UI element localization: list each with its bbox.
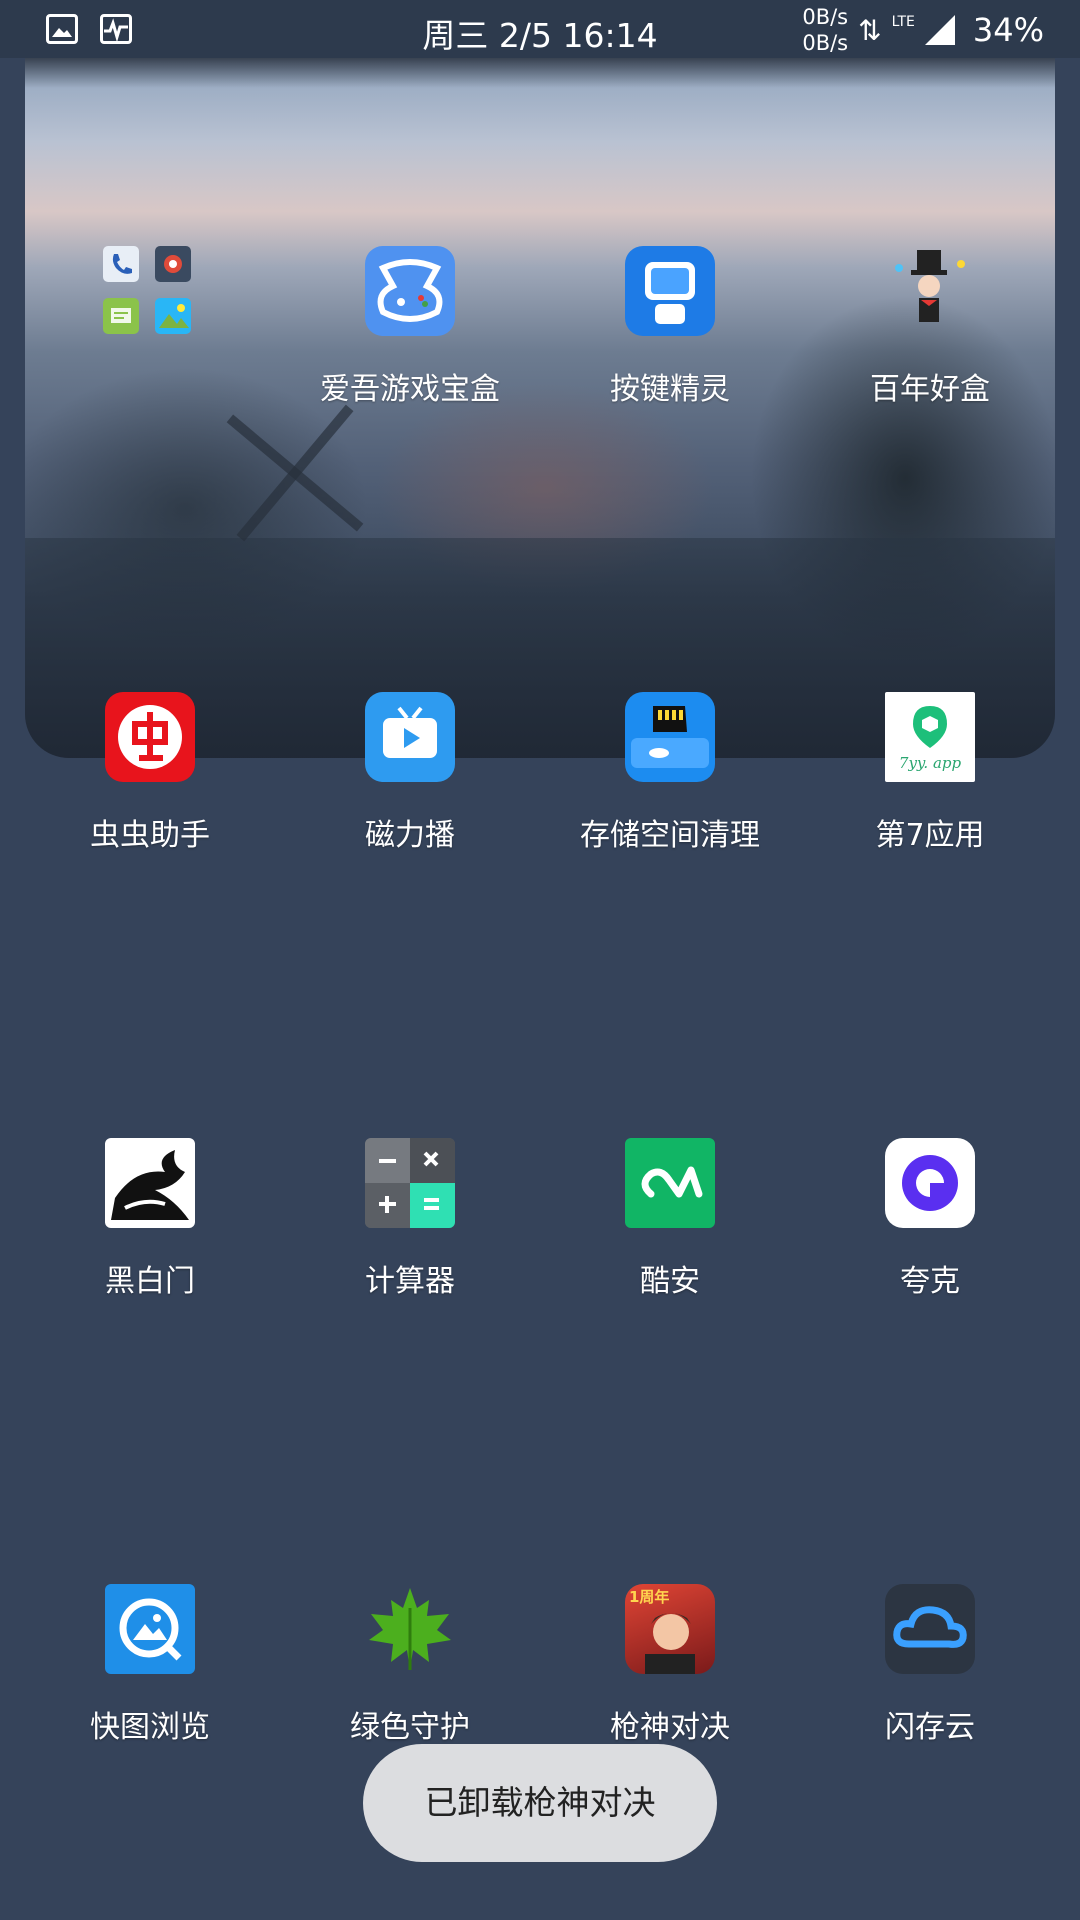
wallpaper-widget[interactable]	[25, 58, 1055, 758]
sd-card-clean-icon	[625, 692, 715, 782]
app-bainian[interactable]: 百年好盒	[800, 246, 1060, 408]
app-chongchong[interactable]: 虫虫助手	[20, 692, 280, 854]
gallery-icon	[155, 298, 191, 334]
data-transfer-icon: ⇅	[858, 13, 882, 47]
icon-caption: 1周年	[629, 1588, 670, 1606]
app-cilibo[interactable]: 磁力播	[280, 692, 540, 854]
bug-char-icon	[105, 692, 195, 782]
app-label: 酷安	[640, 1264, 700, 1299]
battery-level: 34%	[972, 11, 1044, 49]
app-label: 第7应用	[875, 818, 985, 853]
status-bar: 周三 2/5 16:14 0B/s 0B/s ⇅ LTE 34%	[0, 0, 1080, 58]
game-hero-icon: 1周年	[625, 1584, 715, 1674]
network-type: LTE	[891, 14, 915, 30]
gallery-q-icon	[105, 1584, 195, 1674]
cube-7yy-icon: 7yy. app	[885, 692, 975, 782]
app-label: 计算器	[365, 1264, 455, 1299]
app-anjian[interactable]: 按键精灵	[540, 246, 800, 408]
robot-icon	[625, 246, 715, 336]
app-quickpic[interactable]: 快图浏览	[20, 1584, 280, 1746]
app-qiangshen[interactable]: 1周年 枪神对决	[540, 1584, 800, 1746]
app-shancunyun[interactable]: 闪存云	[800, 1584, 1060, 1746]
icon-caption: 7yy. app	[898, 754, 962, 772]
phone-icon	[103, 246, 139, 282]
dragon-icon	[105, 1138, 195, 1228]
coolapk-icon	[625, 1138, 715, 1228]
signal-icon	[924, 15, 955, 45]
gamepad-box-icon	[365, 246, 455, 336]
app-quark[interactable]: 夸克	[800, 1138, 1060, 1300]
net-down-speed: 0B/s	[802, 31, 849, 55]
app-aiwu[interactable]: 爱吾游戏宝盒	[280, 246, 540, 408]
app-label: 磁力播	[365, 818, 455, 853]
app-folder[interactable]	[103, 246, 195, 338]
app-label: 虫虫助手	[90, 818, 210, 853]
app-label: 存储空间清理	[580, 818, 760, 853]
calculator-icon	[365, 1138, 455, 1228]
app-7yy[interactable]: 7yy. app 第7应用	[800, 692, 1060, 854]
message-icon	[103, 298, 139, 334]
net-up-speed: 0B/s	[802, 5, 849, 29]
cloud-icon	[885, 1584, 975, 1674]
windmill-silhouette	[226, 388, 364, 548]
tv-play-icon	[365, 692, 455, 782]
app-label: 按键精灵	[610, 372, 730, 407]
network-speed: 0B/s 0B/s	[802, 4, 848, 56]
app-label: 百年好盒	[870, 372, 990, 407]
quark-icon	[885, 1138, 975, 1228]
camera-icon	[155, 246, 191, 282]
app-greenify[interactable]: 绿色守护	[280, 1584, 540, 1746]
app-label: 闪存云	[885, 1710, 975, 1745]
magician-icon	[885, 246, 975, 336]
app-label: 爱吾游戏宝盒	[320, 372, 500, 407]
app-coolapk[interactable]: 酷安	[540, 1138, 800, 1300]
app-label: 绿色守护	[350, 1710, 470, 1745]
app-storage-clean[interactable]: 存储空间清理	[540, 692, 800, 854]
app-label: 快图浏览	[90, 1710, 210, 1745]
uninstall-toast: 已卸载枪神对决	[363, 1744, 717, 1862]
app-label: 黑白门	[105, 1264, 195, 1299]
app-label: 夸克	[900, 1264, 960, 1299]
app-heibaimen[interactable]: 黑白门	[20, 1138, 280, 1300]
maple-leaf-icon	[365, 1584, 455, 1674]
app-label: 枪神对决	[610, 1710, 730, 1745]
app-calculator[interactable]: 计算器	[280, 1138, 540, 1300]
